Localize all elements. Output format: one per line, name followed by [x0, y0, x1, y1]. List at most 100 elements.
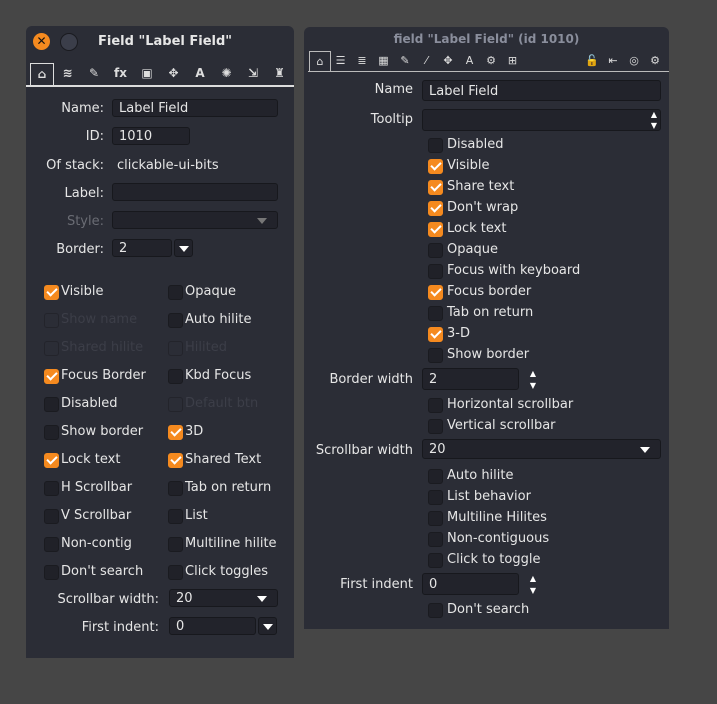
- tab-gears[interactable]: ⚙: [481, 51, 501, 71]
- checkbox-opaque[interactable]: Opaque: [428, 242, 628, 260]
- checkbox-box: [44, 369, 59, 384]
- tab-script[interactable]: ♜: [269, 63, 291, 83]
- checkbox-tab-on-return[interactable]: Tab on return: [428, 305, 628, 323]
- checkbox-non-contiguous[interactable]: Non-contiguous: [428, 531, 628, 549]
- border-input[interactable]: 2: [112, 239, 172, 257]
- checkbox-kbd-focus[interactable]: Kbd Focus: [168, 368, 288, 386]
- checkbox-3-d[interactable]: 3-D: [428, 326, 628, 344]
- checkbox-label: Visible: [61, 284, 104, 299]
- checkbox-label: Show name: [61, 312, 138, 327]
- tab-bar: ⌂ ☰ ≣ ▦ ✎ ⁄ ✥ A ⚙ ⊞ 🔓 ⇤ ◎ ⚙: [308, 51, 669, 72]
- checkbox-box: [44, 341, 59, 356]
- first-indent-input[interactable]: 0: [169, 617, 256, 635]
- checkbox-vertical-scrollbar[interactable]: Vertical scrollbar: [428, 418, 628, 436]
- tab-import[interactable]: ⇤: [603, 51, 623, 71]
- close-button[interactable]: ✕: [33, 33, 50, 50]
- resize-icon: ⇲: [247, 66, 259, 80]
- tab-list[interactable]: ☰: [331, 51, 351, 71]
- checkbox-visible[interactable]: Visible: [428, 158, 628, 176]
- first-indent-dropdown-button[interactable]: [258, 617, 277, 635]
- checkbox-v-scrollbar[interactable]: V Scrollbar: [44, 508, 164, 526]
- name-label: Name:: [61, 101, 104, 116]
- checkbox-multiline-hilites[interactable]: Multiline Hilites: [428, 510, 628, 528]
- tab-table[interactable]: ▦: [374, 51, 394, 71]
- checkbox-multiline-hilite[interactable]: Multiline hilite: [168, 536, 288, 554]
- checkbox-disabled[interactable]: Disabled: [44, 396, 164, 414]
- minimize-button[interactable]: [60, 33, 78, 51]
- tab-resize[interactable]: ⇲: [242, 63, 264, 83]
- label-input[interactable]: [112, 183, 278, 201]
- tab-move[interactable]: ✥: [163, 63, 185, 83]
- tooltip-stepper[interactable]: ▲ ▼: [648, 109, 660, 131]
- checkbox-box: [168, 285, 183, 300]
- tab-move[interactable]: ✥: [438, 51, 458, 71]
- checkbox-box: [168, 453, 183, 468]
- checkbox-focus-border[interactable]: Focus border: [428, 284, 628, 302]
- tab-home[interactable]: ⌂: [309, 51, 331, 72]
- checkbox-disabled[interactable]: Disabled: [428, 137, 628, 155]
- checkbox-show-border[interactable]: Show border: [428, 347, 628, 365]
- checkbox-box: [168, 509, 183, 524]
- tab-image[interactable]: ▣: [136, 63, 158, 83]
- checkbox-auto-hilite[interactable]: Auto hilite: [428, 468, 628, 486]
- id-label: ID:: [85, 129, 104, 144]
- checkbox-tab-on-return[interactable]: Tab on return: [168, 480, 288, 498]
- checkbox-h-scrollbar[interactable]: H Scrollbar: [44, 480, 164, 498]
- border-dropdown-button[interactable]: [174, 239, 193, 257]
- tab-settings[interactable]: ⚙: [645, 51, 665, 71]
- tab-text[interactable]: A: [189, 63, 211, 83]
- scrollbar-width-label: Scrollbar width:: [57, 592, 159, 607]
- border-width-input[interactable]: 2: [422, 368, 519, 390]
- style-select[interactable]: [112, 211, 278, 229]
- checkbox-label: Focus border: [447, 284, 532, 299]
- checkbox-focus-border[interactable]: Focus Border: [44, 368, 164, 386]
- id-input[interactable]: 1010: [112, 127, 190, 145]
- tab-pencil[interactable]: ✎: [395, 51, 415, 71]
- name-input[interactable]: Label Field: [112, 99, 278, 117]
- tab-layout[interactable]: ⊞: [503, 51, 523, 71]
- scrollbar-width-select[interactable]: 20: [169, 589, 278, 607]
- border-width-stepper[interactable]: ▲ ▼: [527, 368, 539, 392]
- checkbox-shared-text[interactable]: Shared Text: [168, 452, 288, 470]
- tab-home[interactable]: ⌂: [30, 63, 54, 86]
- scrollbar-width-select[interactable]: 20: [422, 439, 661, 459]
- checkbox-box: [44, 565, 59, 580]
- tab-effects[interactable]: ✺: [216, 63, 238, 83]
- tab-stack[interactable]: ≋: [57, 63, 79, 83]
- checkbox-visible[interactable]: Visible: [44, 284, 164, 302]
- tab-target[interactable]: ◎: [624, 51, 644, 71]
- unlock-icon: 🔓: [585, 54, 599, 67]
- checkbox-label: Click to toggle: [447, 552, 541, 567]
- checkbox-share-text[interactable]: Share text: [428, 179, 628, 197]
- checkbox-focus-with-keyboard[interactable]: Focus with keyboard: [428, 263, 628, 281]
- tab-text[interactable]: A: [460, 51, 480, 71]
- checkbox-show-border[interactable]: Show border: [44, 424, 164, 442]
- move-icon: ✥: [443, 54, 453, 67]
- tab-wand[interactable]: ⁄: [417, 51, 437, 71]
- checkbox-auto-hilite[interactable]: Auto hilite: [168, 312, 288, 330]
- name-input[interactable]: Label Field: [422, 80, 661, 101]
- tab-fx[interactable]: fx: [110, 63, 132, 83]
- checkbox-lock-text[interactable]: Lock text: [428, 221, 628, 239]
- checkbox-click-to-toggle[interactable]: Click to toggle: [428, 552, 628, 570]
- first-indent-stepper[interactable]: ▲ ▼: [527, 573, 539, 597]
- checkbox-don-t-wrap[interactable]: Don't wrap: [428, 200, 628, 218]
- checkbox-label: List: [185, 508, 208, 523]
- checkbox-don-t-search[interactable]: Don't search: [428, 602, 628, 620]
- checkbox-label: Default btn: [185, 396, 259, 411]
- tab-unlock[interactable]: 🔓: [582, 51, 602, 71]
- checkbox-don-t-search[interactable]: Don't search: [44, 564, 164, 582]
- tab-database[interactable]: ≣: [352, 51, 372, 71]
- checkbox-horizontal-scrollbar[interactable]: Horizontal scrollbar: [428, 397, 628, 415]
- checkbox-opaque[interactable]: Opaque: [168, 284, 288, 302]
- checkbox-3d[interactable]: 3D: [168, 424, 288, 442]
- checkbox-click-toggles[interactable]: Click toggles: [168, 564, 288, 582]
- checkbox-lock-text[interactable]: Lock text: [44, 452, 164, 470]
- checkbox-list[interactable]: List: [168, 508, 288, 526]
- tooltip-input[interactable]: [422, 109, 661, 131]
- checkbox-non-contig[interactable]: Non-contig: [44, 536, 164, 554]
- first-indent-input[interactable]: 0: [422, 573, 519, 595]
- checkbox-label: V Scrollbar: [61, 508, 132, 523]
- tab-pencil[interactable]: ✎: [83, 63, 105, 83]
- checkbox-list-behavior[interactable]: List behavior: [428, 489, 628, 507]
